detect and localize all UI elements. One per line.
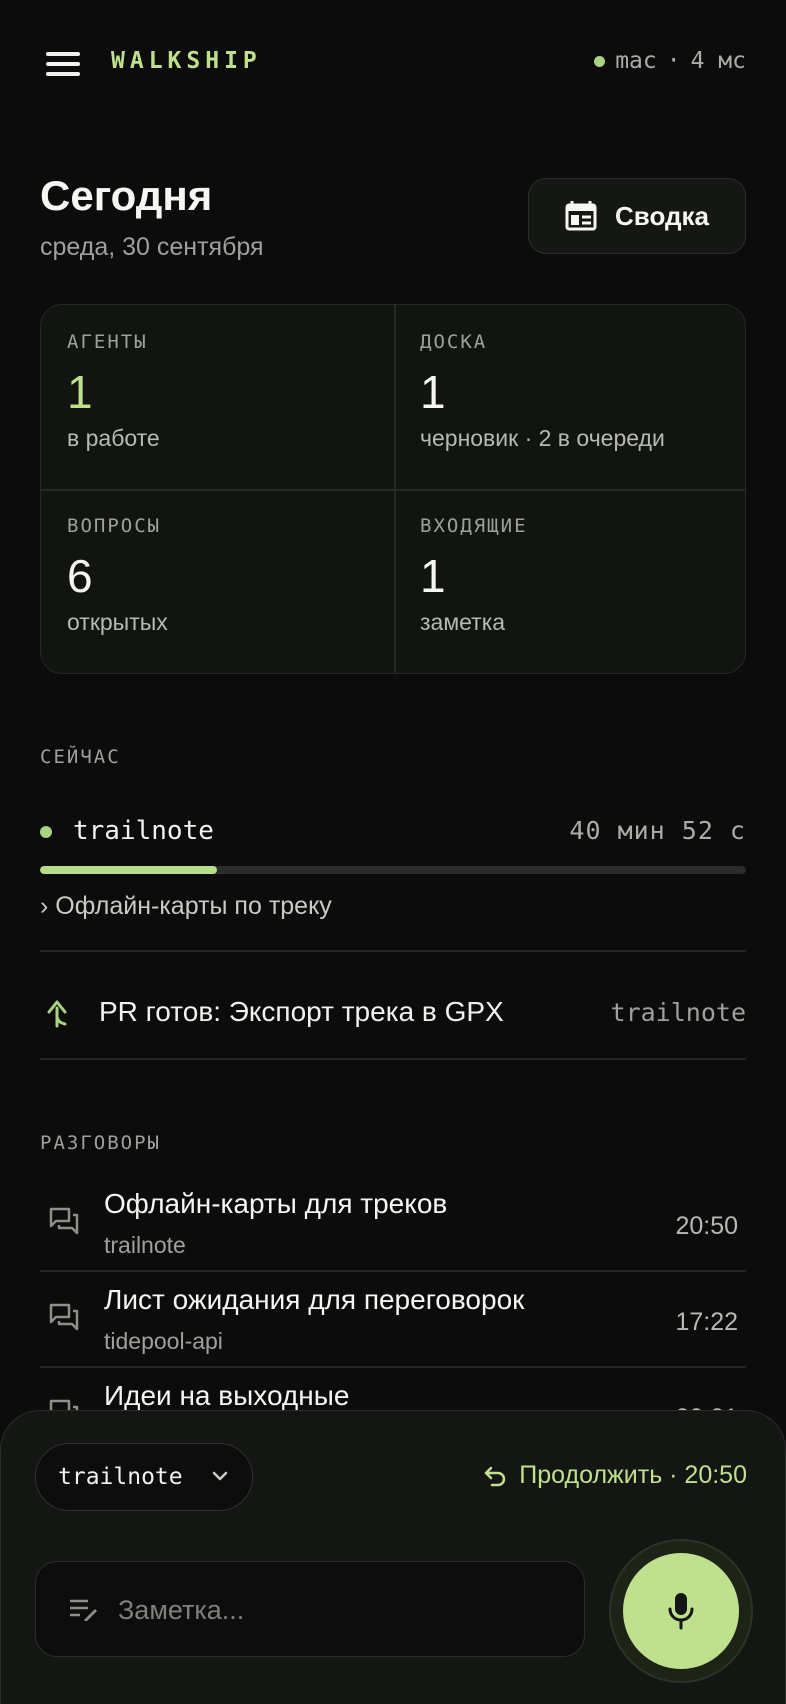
page-title: Сегодня [40, 172, 213, 219]
conversation-item[interactable]: Офлайн-карты для треков trailnote 20:50 [40, 1176, 746, 1272]
divider [40, 950, 746, 952]
composer-sheet: trailnote Продолжить · 20:50 [0, 1410, 786, 1704]
note-edit-icon [70, 1599, 97, 1621]
top-bar: WALKSHIP mac · 4 мс [0, 0, 786, 128]
continue-button[interactable]: Продолжить · 20:50 [483, 1461, 747, 1490]
conversation-title: Лист ожидания для переговорок [104, 1284, 525, 1315]
current-task[interactable]: › Офлайн-карты по треку [40, 892, 332, 921]
stat-description: открытых [67, 609, 168, 635]
stat-value: 6 [67, 550, 93, 602]
stat-caption: ДОСКА [420, 331, 488, 353]
project-selector[interactable]: trailnote [35, 1443, 253, 1511]
stat-caption: АГЕНТЫ [67, 331, 148, 353]
conversation-time: 17:22 [675, 1308, 738, 1336]
stat-value: 1 [420, 550, 446, 602]
conversation-repo: tidepool-api [104, 1328, 223, 1354]
pr-ready-row[interactable]: PR готов: Экспорт трека в GPX trailnote [40, 968, 746, 1058]
device-status[interactable]: mac · 4 мс [594, 48, 746, 74]
conversation-item[interactable]: Лист ожидания для переговорок tidepool-a… [40, 1272, 746, 1368]
app-brand: WALKSHIP [111, 48, 262, 74]
note-field[interactable] [35, 1561, 585, 1657]
chat-icon [49, 1207, 79, 1235]
stat-agents[interactable]: АГЕНТЫ 1 в работе [41, 305, 394, 489]
selected-project: trailnote [58, 1464, 183, 1490]
divider [40, 1058, 746, 1060]
chat-icon [49, 1303, 79, 1331]
merge-icon [47, 1000, 67, 1028]
stat-value: 1 [420, 366, 446, 418]
sync-latency: 4 мс [690, 48, 746, 74]
current-session[interactable]: trailnote 40 мин 52 с [40, 812, 746, 852]
stat-caption: ВОПРОСЫ [67, 515, 162, 537]
calendar-table-icon [565, 201, 597, 231]
mic-button-ring [609, 1539, 753, 1683]
continue-label: Продолжить · 20:50 [519, 1461, 747, 1489]
page-date: среда, 30 сентября [40, 233, 264, 261]
now-section-title: СЕЙЧАС [40, 746, 121, 768]
menu-icon[interactable] [44, 50, 82, 78]
summary-button[interactable]: Сводка [528, 178, 746, 254]
stat-inbox[interactable]: ВХОДЯЩИЕ 1 заметка [394, 489, 745, 673]
active-status-dot [40, 826, 52, 838]
elapsed-time: 40 мин 52 с [569, 816, 746, 845]
mic-button[interactable] [623, 1553, 739, 1669]
stat-questions[interactable]: ВОПРОСЫ 6 открытых [41, 489, 394, 673]
stat-description: заметка [420, 609, 506, 635]
conversation-title: Идеи на выходные [104, 1380, 350, 1411]
online-status-dot [594, 55, 606, 67]
conversation-title: Офлайн-карты для треков [104, 1188, 448, 1219]
microphone-icon [668, 1593, 694, 1630]
pr-title: PR готов: Экспорт трека в GPX [99, 996, 504, 1027]
stat-board[interactable]: ДОСКА 1 черновик · 2 в очереди [394, 305, 745, 489]
current-project: trailnote [73, 816, 214, 846]
conversation-time: 20:50 [675, 1212, 738, 1240]
status-separator: · [666, 48, 681, 74]
stat-description: в работе [67, 425, 160, 451]
summary-button-label: Сводка [615, 200, 709, 231]
session-progress-bar [40, 866, 746, 874]
session-progress-fill [40, 866, 217, 874]
chevron-down-icon [212, 1471, 228, 1481]
note-input[interactable] [118, 1582, 558, 1638]
stats-grid: АГЕНТЫ 1 в работе ДОСКА 1 черновик · 2 в… [40, 304, 746, 674]
device-name: mac [615, 48, 657, 74]
pr-repo: trailnote [610, 998, 746, 1027]
stat-caption: ВХОДЯЩИЕ [420, 515, 528, 537]
undo-icon [485, 1466, 506, 1486]
stat-value: 1 [67, 366, 93, 418]
stat-description: черновик · 2 в очереди [420, 425, 665, 451]
conversations-section-title: РАЗГОВОРЫ [40, 1132, 161, 1154]
conversation-repo: trailnote [104, 1232, 186, 1258]
